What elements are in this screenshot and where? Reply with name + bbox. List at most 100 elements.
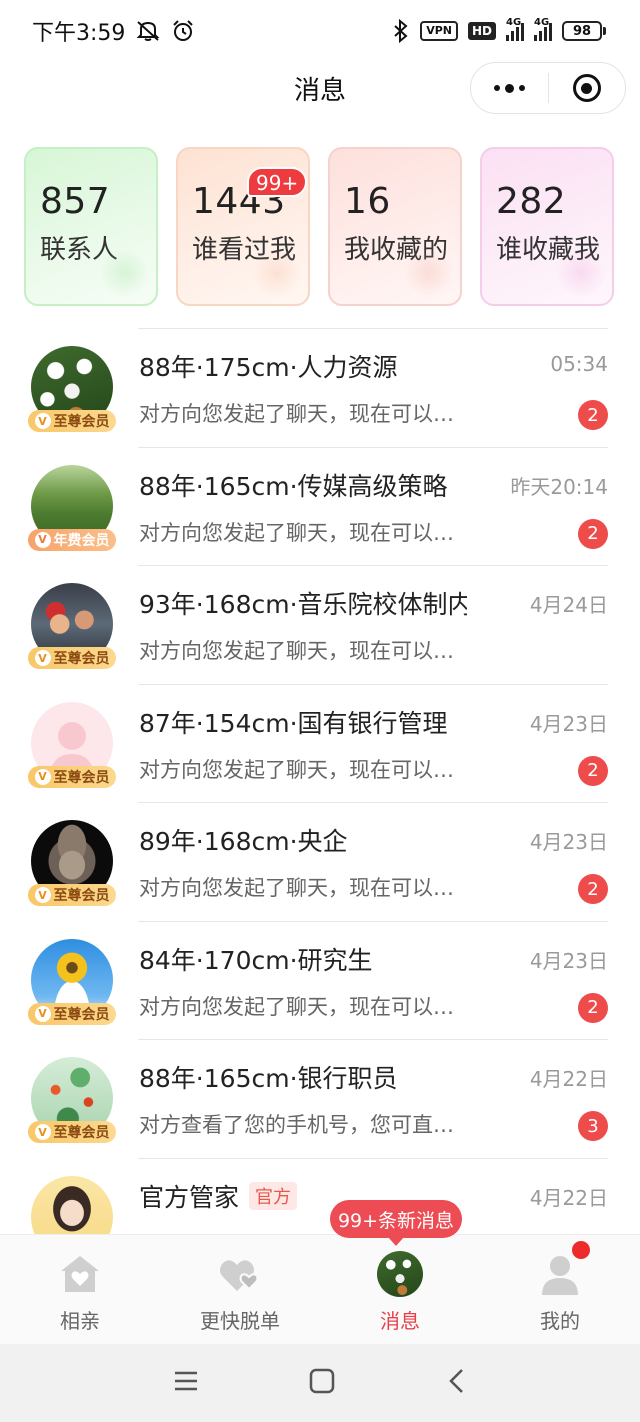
v-icon: V (34, 1005, 51, 1022)
network-type-1: 4G (506, 17, 522, 28)
miniprogram-capsule (470, 62, 626, 114)
avatar-container: V 至尊会员 (28, 938, 116, 1029)
conversation-preview: 对方向您发起了聊天，现在可以… (139, 520, 454, 545)
vip-badge: V 至尊会员 (28, 1121, 116, 1143)
mute-icon (135, 20, 161, 42)
conversation-title: 88年·165cm·银行职员 (139, 1064, 398, 1093)
conversation-title: 87年·154cm·国有银行管理 (139, 708, 448, 738)
stat-count: 282 (496, 181, 567, 222)
alarm-icon (171, 19, 195, 43)
conversation-title: 89年·168cm·央企 (139, 827, 348, 856)
system-nav-bar (0, 1344, 640, 1422)
screen: 下午3:59 VPN HD 4G 4G 98 消息 857 联系人 1443 谁… (0, 0, 640, 1422)
network-type-2: 4G (534, 17, 550, 28)
stats-cards: 857 联系人 1443 谁看过我 99+ 16 我收藏的 282 谁收藏我 (24, 147, 616, 307)
vip-badge: V 至尊会员 (28, 647, 116, 669)
star-icon (556, 248, 606, 298)
conversation-time: 4月23日 (529, 948, 608, 973)
stat-card-my-favorites[interactable]: 16 我收藏的 (328, 147, 462, 306)
v-icon: V (34, 413, 51, 429)
official-tag: 官方 (249, 1181, 298, 1210)
avatar-container: V 年费会员 (28, 464, 116, 555)
stat-card-viewed-me[interactable]: 1443 谁看过我 99+ (176, 147, 310, 306)
new-messages-bubble[interactable]: 99+条新消息 (330, 1200, 462, 1246)
signal-icon-1: 4G (506, 17, 524, 41)
bluetooth-icon (392, 19, 410, 43)
conversation-time: 4月24日 (529, 593, 608, 617)
stat-count: 16 (344, 181, 391, 222)
vip-badge: V 至尊会员 (28, 765, 116, 788)
v-icon: V (34, 1124, 51, 1140)
hd-icon: HD (467, 22, 496, 40)
conversation-title: 官方管家 官方 (139, 1178, 298, 1214)
conversation-row-official[interactable]: 官方管家 官方 4月22日 (0, 1157, 640, 1234)
conversation-preview: 对方向您发起了聊天，现在可以… (139, 876, 454, 900)
conversation-title: 84年·170cm·研究生 (139, 945, 373, 975)
stat-card-contacts[interactable]: 857 联系人 (24, 147, 158, 306)
conversation-time: 昨天20:14 (510, 474, 608, 499)
conversation-time: 4月23日 (529, 711, 608, 736)
target-icon (572, 74, 601, 102)
close-miniprogram-button[interactable] (549, 63, 626, 113)
avatar-container: V 至尊会员 (28, 583, 116, 673)
avatar-container (28, 1175, 116, 1234)
vip-badge: V 年费会员 (28, 528, 116, 551)
avatar-container: V 至尊会员 (28, 346, 116, 436)
hearts-icon (217, 1251, 263, 1297)
title-bar: 消息 (0, 62, 640, 114)
battery-icon: 98 (562, 21, 606, 41)
unread-count: 3 (578, 1111, 608, 1141)
tab-dating[interactable]: 相亲 (0, 1235, 160, 1345)
notification-dot (572, 1241, 590, 1259)
unread-count: 2 (578, 874, 608, 904)
menu-icon[interactable] (173, 1369, 199, 1397)
stat-count: 857 (40, 181, 111, 222)
conversation-row[interactable]: V 至尊会员 88年·165cm·银行职员 4月22日 对方查看了您的手机号，您可… (0, 1039, 640, 1158)
tab-messages[interactable]: 消息 (320, 1235, 480, 1345)
unread-badge: 99+ (247, 167, 308, 197)
eye-icon (252, 248, 302, 298)
conversation-preview: 对方向您发起了聊天，现在可以… (139, 994, 454, 1019)
page-title: 消息 (293, 75, 346, 106)
tab-label: 消息 (380, 1309, 420, 1333)
clock: 下午3:59 (32, 21, 126, 46)
tab-bar: 相亲 更快脱单 消息 我的 (0, 1234, 640, 1344)
v-icon: V (34, 531, 51, 548)
avatar-container: V 至尊会员 (28, 701, 116, 792)
vip-badge: V 至尊会员 (28, 410, 116, 432)
conversation-row[interactable]: V 至尊会员 87年·154cm·国有银行管理 4月23日 对方向您发起了聊天，现… (0, 683, 640, 803)
conversation-preview: 对方向您发起了聊天，现在可以… (139, 757, 454, 782)
conversation-row[interactable]: V 至尊会员 89年·168cm·央企 4月23日 对方向您发起了聊天，现在可以…… (0, 802, 640, 921)
v-icon: V (34, 768, 51, 785)
unread-count: 2 (578, 755, 608, 786)
conversation-preview: 对方查看了您的手机号，您可直… (139, 1113, 454, 1137)
more-button[interactable] (471, 63, 548, 113)
conversation-row[interactable]: V 至尊会员 93年·168cm·音乐院校体制内 4月24日 对方向您发起了聊天，… (0, 565, 640, 684)
home-heart-icon (57, 1251, 103, 1297)
conversation-title: 88年·165cm·传媒高级策略 (139, 471, 448, 501)
unread-count: 2 (578, 518, 608, 549)
v-icon: V (34, 887, 51, 903)
back-icon[interactable] (445, 1367, 467, 1399)
avatar-container: V 至尊会员 (28, 820, 116, 910)
heart-icon (404, 248, 454, 298)
more-icon (493, 83, 525, 93)
tab-label: 相亲 (60, 1309, 100, 1333)
conversation-row[interactable]: V 年费会员 88年·165cm·传媒高级策略 昨天20:14 对方向您发起了聊天… (0, 446, 640, 566)
unread-count: 2 (578, 992, 608, 1023)
tab-label: 更快脱单 (200, 1309, 280, 1333)
vip-badge: V 至尊会员 (28, 884, 116, 906)
home-icon[interactable] (309, 1368, 335, 1398)
tab-label: 我的 (540, 1309, 580, 1333)
vpn-icon: VPN (420, 21, 458, 41)
status-left: 下午3:59 (32, 15, 195, 47)
battery-level: 98 (562, 21, 602, 41)
conversation-row[interactable]: V 至尊会员 88年·175cm·人力资源 05:34 对方向您发起了聊天，现在可… (0, 328, 640, 447)
conversation-title: 88年·175cm·人力资源 (139, 353, 398, 382)
signal-icon-2: 4G (534, 17, 552, 41)
tab-mine[interactable]: 我的 (480, 1235, 640, 1345)
tab-match-faster[interactable]: 更快脱单 (160, 1235, 320, 1345)
v-icon: V (34, 650, 51, 666)
stat-card-favorited-me[interactable]: 282 谁收藏我 (480, 147, 614, 306)
conversation-row[interactable]: V 至尊会员 84年·170cm·研究生 4月23日 对方向您发起了聊天，现在可以… (0, 920, 640, 1040)
